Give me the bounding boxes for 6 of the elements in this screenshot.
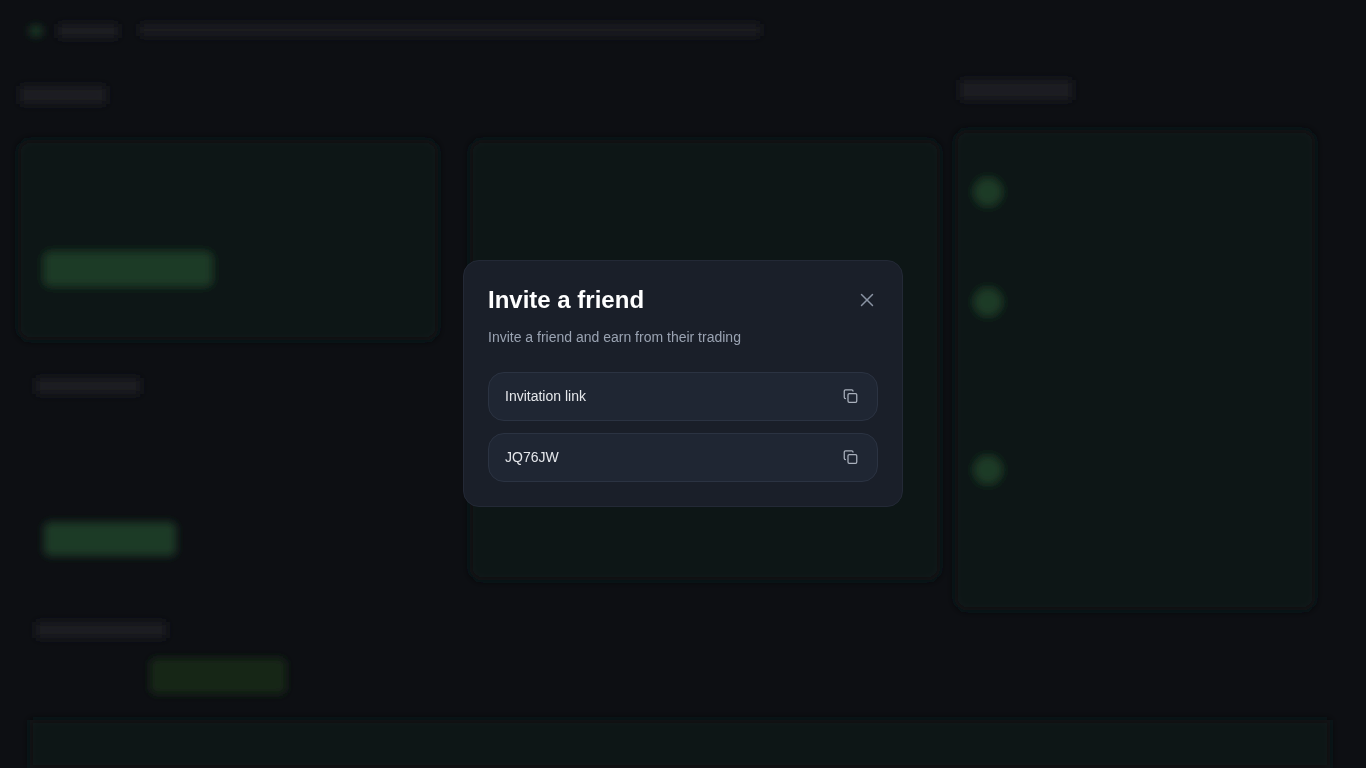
input-field[interactable]: JQ76JW (488, 432, 878, 482)
copy-icon (843, 388, 858, 404)
dialog-title: Invite a friend (488, 285, 645, 314)
dialog-subtitle: Invite a friend and earn from their trading (488, 327, 742, 347)
copy-icon (843, 449, 858, 465)
input-field[interactable]: Invitation link (488, 371, 878, 421)
